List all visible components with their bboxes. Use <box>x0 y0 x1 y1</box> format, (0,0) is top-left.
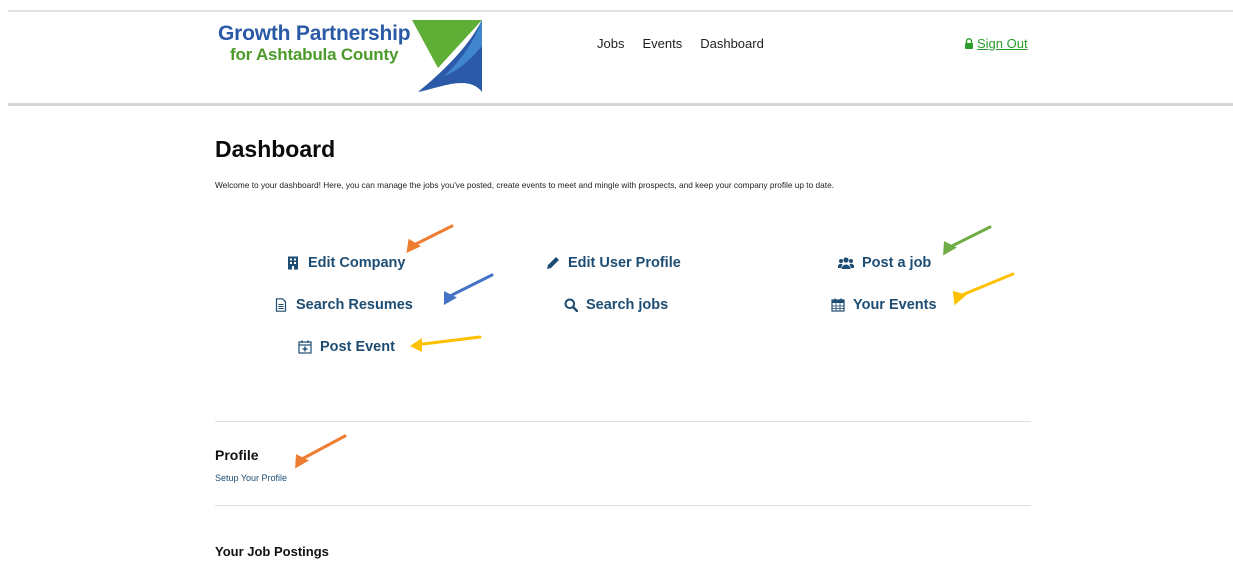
search-icon <box>564 298 578 312</box>
sign-out-label: Sign Out <box>977 36 1028 51</box>
edit-company-link[interactable]: Edit Company <box>286 255 405 271</box>
post-job-link[interactable]: Post a job <box>838 255 931 271</box>
building-icon <box>288 256 298 270</box>
search-jobs-link[interactable]: Search jobs <box>564 297 668 313</box>
job-postings-heading: Your Job Postings <box>215 544 329 559</box>
post-event-link[interactable]: Post Event <box>298 339 395 355</box>
profile-heading: Profile <box>215 447 259 463</box>
post-event-label: Post Event <box>320 339 395 355</box>
search-resumes-label: Search Resumes <box>296 297 413 313</box>
site-logo[interactable]: Growth Partnership for Ashtabula County <box>216 18 486 94</box>
edit-user-profile-label: Edit User Profile <box>568 255 681 271</box>
edit-company-label: Edit Company <box>308 255 406 271</box>
logo-line-1: Growth Partnership <box>218 22 411 45</box>
post-job-label: Post a job <box>862 255 932 271</box>
calendar-plus-icon <box>298 340 312 354</box>
edit-user-profile-link[interactable]: Edit User Profile <box>546 255 681 271</box>
logo-line-2: for Ashtabula County <box>230 45 399 64</box>
search-jobs-label: Search jobs <box>586 297 669 313</box>
section-divider <box>215 421 1031 422</box>
main-nav: Jobs Events Dashboard <box>597 36 764 51</box>
users-icon <box>838 257 854 269</box>
nav-events[interactable]: Events <box>642 36 682 51</box>
header-divider <box>8 103 1233 106</box>
page-title: Dashboard <box>215 136 336 162</box>
search-resumes-link[interactable]: Search Resumes <box>274 297 413 313</box>
annotation-arrow-edit-company <box>295 224 1015 469</box>
setup-profile-link[interactable]: Setup Your Profile <box>215 473 287 483</box>
top-border <box>8 10 1233 12</box>
dashboard-intro: Welcome to your dashboard! Here, you can… <box>215 180 834 190</box>
nav-jobs[interactable]: Jobs <box>597 36 624 51</box>
logo-mark-icon <box>412 20 482 92</box>
nav-dashboard[interactable]: Dashboard <box>700 36 764 51</box>
your-events-link[interactable]: Your Events <box>831 297 937 313</box>
sign-out-link[interactable]: Sign Out <box>964 36 1028 51</box>
your-events-label: Your Events <box>853 297 937 313</box>
calendar-icon <box>831 298 845 312</box>
pencil-icon <box>547 257 559 269</box>
section-divider <box>215 505 1031 506</box>
document-icon <box>275 298 287 312</box>
lock-icon <box>965 38 973 49</box>
